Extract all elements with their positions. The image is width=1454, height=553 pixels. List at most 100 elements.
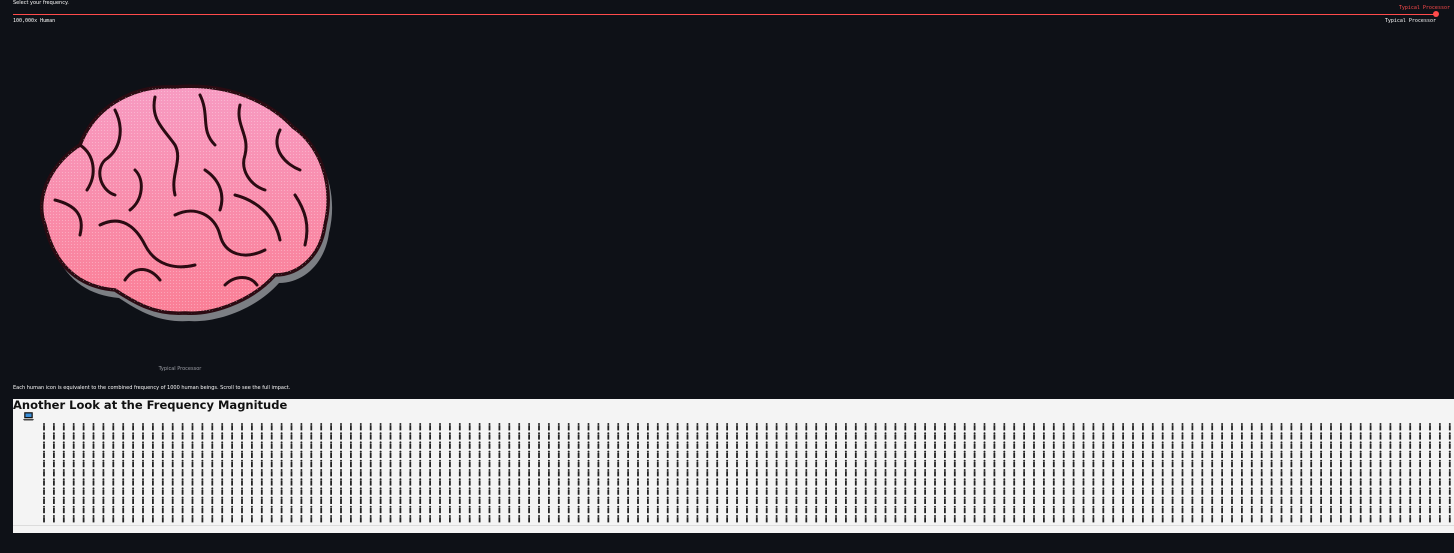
human-icon <box>745 423 748 431</box>
human-icon <box>1438 469 1441 477</box>
human-icon <box>1221 432 1224 440</box>
human-icon <box>359 441 362 449</box>
human-icon <box>1448 515 1451 523</box>
human-icon <box>785 487 788 495</box>
human-icon <box>1310 487 1313 495</box>
human-icon <box>448 515 451 523</box>
human-icon <box>201 432 204 440</box>
human-icon <box>1221 441 1224 449</box>
frequency-slider-thumb[interactable] <box>1433 11 1439 17</box>
human-icon <box>716 432 719 440</box>
human-icon <box>250 469 253 477</box>
human-icon <box>1092 450 1095 458</box>
human-icon <box>439 505 441 514</box>
human-icon <box>795 432 798 440</box>
human-icon <box>1201 423 1204 431</box>
human-icon <box>805 478 808 486</box>
human-icon <box>943 505 946 514</box>
human-icon <box>122 469 125 477</box>
human-icon <box>835 505 837 514</box>
human-icon <box>706 487 709 495</box>
human-icon <box>1280 505 1283 514</box>
human-icon <box>864 478 867 486</box>
human-icon <box>805 423 808 431</box>
human-icon <box>1033 423 1035 431</box>
human-icon <box>567 496 570 504</box>
human-icon <box>577 441 580 449</box>
human-icon <box>478 459 481 468</box>
human-icon <box>62 469 65 477</box>
human-icon <box>112 478 115 486</box>
human-icon <box>973 496 976 504</box>
human-icon <box>92 505 95 514</box>
human-icon <box>815 469 818 477</box>
human-icon <box>1141 450 1144 458</box>
image-caption: Typical Processor <box>158 366 202 372</box>
human-icon <box>498 478 501 486</box>
human-icon <box>716 515 719 523</box>
human-icon <box>92 450 95 458</box>
human-icon <box>726 432 729 440</box>
human-icon <box>765 478 768 486</box>
human-icon <box>538 432 540 440</box>
human-icon <box>1310 515 1313 523</box>
human-icon <box>1122 496 1125 504</box>
human-icon <box>1359 515 1362 523</box>
human-icon <box>1082 478 1085 486</box>
human-icon <box>1270 496 1273 504</box>
human-icon <box>399 478 402 486</box>
human-icon <box>132 478 135 486</box>
human-icon <box>627 450 630 458</box>
human-icon <box>1141 423 1144 431</box>
human-icon <box>201 469 204 477</box>
human-icon <box>260 487 263 495</box>
human-icon <box>468 469 471 477</box>
human-icon <box>379 505 382 514</box>
human-icon <box>161 459 164 468</box>
human-icon <box>617 459 620 468</box>
human-icon <box>686 450 689 458</box>
human-icon <box>1072 478 1075 486</box>
human-icon <box>1349 423 1352 431</box>
human-icon <box>914 441 917 449</box>
human-icon <box>874 450 877 458</box>
human-icon <box>1033 459 1035 468</box>
frequency-magnitude-panel[interactable]: Another Look at the Frequency Magnitude <box>13 399 1454 533</box>
human-icon <box>696 441 699 449</box>
human-icon <box>745 441 748 449</box>
human-icon <box>270 450 273 458</box>
human-icon <box>953 478 956 486</box>
human-icon <box>82 469 85 477</box>
human-icon <box>993 505 996 514</box>
human-icon <box>211 469 214 477</box>
human-icon <box>1419 441 1422 449</box>
human-icon <box>1438 432 1441 440</box>
human-icon <box>805 450 808 458</box>
human-icon <box>1280 423 1283 431</box>
human-icon <box>874 423 877 431</box>
human-icon <box>1171 469 1174 477</box>
human-icon <box>1359 441 1362 449</box>
human-icon <box>825 469 828 477</box>
human-icon <box>963 423 966 431</box>
human-icon <box>1151 423 1154 431</box>
human-icon <box>1023 469 1026 477</box>
panel-divider <box>13 525 1454 526</box>
human-icon <box>320 450 323 458</box>
human-icon <box>696 432 699 440</box>
human-icon <box>696 515 699 523</box>
human-icon <box>805 487 808 495</box>
human-icon <box>221 505 224 514</box>
human-icon <box>181 450 184 458</box>
human-icon <box>1379 478 1382 486</box>
human-icon <box>419 515 422 523</box>
human-icon <box>231 441 234 449</box>
human-icon <box>953 450 956 458</box>
frequency-slider-track[interactable] <box>13 14 1437 15</box>
human-icon <box>1240 441 1243 449</box>
human-icon <box>874 432 877 440</box>
human-icon <box>52 515 55 523</box>
human-icon <box>1141 496 1144 504</box>
human-icon <box>1221 515 1224 523</box>
human-icon <box>637 459 639 468</box>
